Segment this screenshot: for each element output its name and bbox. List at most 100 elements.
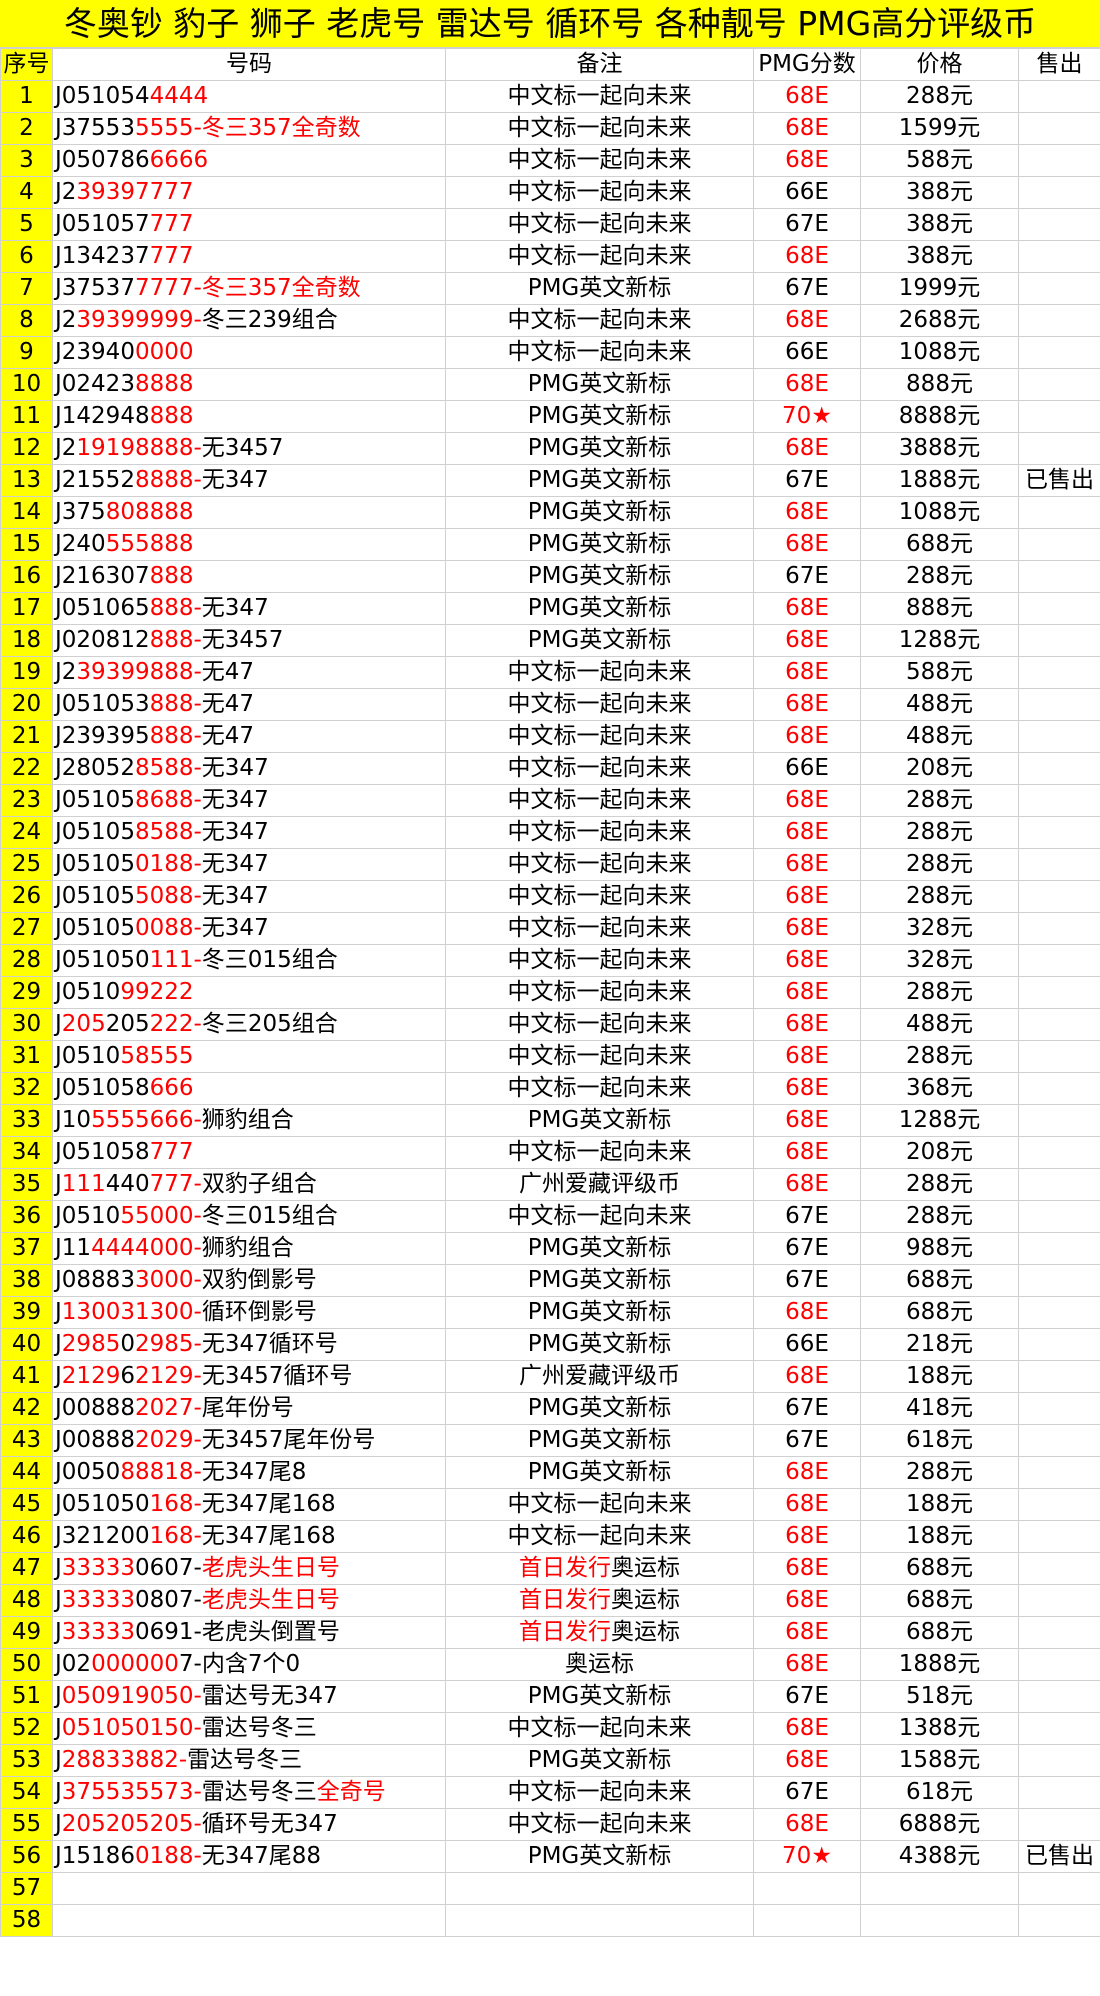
pmg-grade-cell[interactable]: 67E [753, 1264, 861, 1297]
price-cell[interactable]: 418元 [860, 1392, 1019, 1425]
serial-number-cell[interactable]: J051050168-无347尾168 [52, 1488, 446, 1521]
sold-status-cell[interactable] [1018, 656, 1100, 689]
header-grade[interactable]: PMG分数 [753, 48, 861, 81]
note-cell[interactable]: PMG英文新标 [445, 272, 754, 305]
serial-number-cell[interactable]: J212962129-无3457循环号 [52, 1360, 446, 1393]
note-cell[interactable]: 首日发行奥运标 [445, 1552, 754, 1585]
header-index[interactable]: 序号 [0, 48, 53, 81]
pmg-grade-cell[interactable] [753, 1872, 861, 1905]
serial-number-cell[interactable]: J130031300-循环倒影号 [52, 1296, 446, 1329]
pmg-grade-cell[interactable]: 68E [753, 1136, 861, 1169]
price-cell[interactable]: 388元 [860, 176, 1019, 209]
pmg-grade-cell[interactable]: 67E [753, 1392, 861, 1425]
row-index-cell[interactable]: 54 [0, 1776, 53, 1809]
serial-number-cell[interactable]: J051058588-无347 [52, 816, 446, 849]
row-index-cell[interactable]: 33 [0, 1104, 53, 1137]
note-cell[interactable]: 中文标一起向未来 [445, 1072, 754, 1105]
price-cell[interactable]: 588元 [860, 144, 1019, 177]
pmg-grade-cell[interactable]: 67E [753, 464, 861, 497]
row-index-cell[interactable]: 17 [0, 592, 53, 625]
price-cell[interactable]: 288元 [860, 1040, 1019, 1073]
note-cell[interactable]: PMG英文新标 [445, 528, 754, 561]
sold-status-cell[interactable] [1018, 1456, 1100, 1489]
sold-status-cell[interactable] [1018, 1232, 1100, 1265]
price-cell[interactable]: 188元 [860, 1360, 1019, 1393]
sold-status-cell[interactable] [1018, 208, 1100, 241]
row-index-cell[interactable]: 57 [0, 1872, 53, 1905]
serial-number-cell[interactable]: J051055088-无347 [52, 880, 446, 913]
row-index-cell[interactable]: 52 [0, 1712, 53, 1745]
sold-status-cell[interactable] [1018, 240, 1100, 273]
note-cell[interactable]: 中文标一起向未来 [445, 912, 754, 945]
price-cell[interactable]: 488元 [860, 688, 1019, 721]
price-cell[interactable]: 8888元 [860, 400, 1019, 433]
row-index-cell[interactable]: 5 [0, 208, 53, 241]
serial-number-cell[interactable]: J375535573-雷达号冬三全奇号 [52, 1776, 446, 1809]
serial-number-cell[interactable]: J105555666-狮豹组合 [52, 1104, 446, 1137]
row-index-cell[interactable]: 6 [0, 240, 53, 273]
row-index-cell[interactable]: 21 [0, 720, 53, 753]
pmg-grade-cell[interactable]: 68E [753, 1456, 861, 1489]
row-index-cell[interactable]: 25 [0, 848, 53, 881]
note-cell[interactable] [445, 1872, 754, 1905]
serial-number-cell[interactable]: J239399888-无47 [52, 656, 446, 689]
note-cell[interactable]: 中文标一起向未来 [445, 1200, 754, 1233]
pmg-grade-cell[interactable]: 68E [753, 1712, 861, 1745]
pmg-grade-cell[interactable]: 70★ [753, 400, 861, 433]
serial-number-cell[interactable]: J239399999-冬三239组合 [52, 304, 446, 337]
note-cell[interactable]: 中文标一起向未来 [445, 1008, 754, 1041]
note-cell[interactable]: 中文标一起向未来 [445, 816, 754, 849]
price-cell[interactable]: 368元 [860, 1072, 1019, 1105]
sold-status-cell[interactable] [1018, 1488, 1100, 1521]
serial-number-cell[interactable]: J008882027-尾年份号 [52, 1392, 446, 1425]
row-index-cell[interactable]: 10 [0, 368, 53, 401]
price-cell[interactable] [860, 1872, 1019, 1905]
sold-status-cell[interactable] [1018, 752, 1100, 785]
serial-number-cell[interactable] [52, 1904, 446, 1937]
price-cell[interactable]: 488元 [860, 1008, 1019, 1041]
price-cell[interactable]: 288元 [860, 784, 1019, 817]
pmg-grade-cell[interactable]: 68E [753, 80, 861, 113]
pmg-grade-cell[interactable]: 68E [753, 976, 861, 1009]
row-index-cell[interactable]: 37 [0, 1232, 53, 1265]
serial-number-cell[interactable]: J375808888 [52, 496, 446, 529]
row-index-cell[interactable]: 13 [0, 464, 53, 497]
row-index-cell[interactable]: 3 [0, 144, 53, 177]
pmg-grade-cell[interactable]: 68E [753, 656, 861, 689]
row-index-cell[interactable]: 14 [0, 496, 53, 529]
pmg-grade-cell[interactable]: 67E [753, 1424, 861, 1457]
note-cell[interactable]: PMG英文新标 [445, 432, 754, 465]
pmg-grade-cell[interactable]: 68E [753, 1520, 861, 1553]
row-index-cell[interactable]: 42 [0, 1392, 53, 1425]
note-cell[interactable]: 中文标一起向未来 [445, 656, 754, 689]
serial-number-cell[interactable]: J051055000-冬三015组合 [52, 1200, 446, 1233]
sold-status-cell[interactable] [1018, 496, 1100, 529]
serial-number-cell[interactable]: J051053888-无47 [52, 688, 446, 721]
pmg-grade-cell[interactable]: 68E [753, 1552, 861, 1585]
serial-number-cell[interactable]: J240555888 [52, 528, 446, 561]
note-cell[interactable]: PMG英文新标 [445, 1296, 754, 1329]
row-index-cell[interactable]: 11 [0, 400, 53, 433]
sold-status-cell[interactable] [1018, 720, 1100, 753]
row-index-cell[interactable]: 39 [0, 1296, 53, 1329]
row-index-cell[interactable]: 29 [0, 976, 53, 1009]
pmg-grade-cell[interactable]: 68E [753, 112, 861, 145]
note-cell[interactable]: 首日发行奥运标 [445, 1616, 754, 1649]
serial-number-cell[interactable]: J050919050-雷达号无347 [52, 1680, 446, 1713]
note-cell[interactable]: 中文标一起向未来 [445, 336, 754, 369]
note-cell[interactable]: 中文标一起向未来 [445, 240, 754, 273]
pmg-grade-cell[interactable]: 68E [753, 1616, 861, 1649]
price-cell[interactable]: 588元 [860, 656, 1019, 689]
pmg-grade-cell[interactable]: 68E [753, 1808, 861, 1841]
price-cell[interactable]: 888元 [860, 592, 1019, 625]
price-cell[interactable]: 6888元 [860, 1808, 1019, 1841]
sold-status-cell[interactable]: 已售出 [1018, 1840, 1100, 1873]
serial-number-cell[interactable]: J142948888 [52, 400, 446, 433]
pmg-grade-cell[interactable]: 66E [753, 176, 861, 209]
header-sold[interactable]: 售出 [1018, 48, 1100, 81]
pmg-grade-cell[interactable]: 68E [753, 432, 861, 465]
price-cell[interactable]: 1088元 [860, 496, 1019, 529]
serial-number-cell[interactable]: J28833882-雷达号冬三 [52, 1744, 446, 1777]
note-cell[interactable]: 中文标一起向未来 [445, 1040, 754, 1073]
price-cell[interactable]: 288元 [860, 1168, 1019, 1201]
